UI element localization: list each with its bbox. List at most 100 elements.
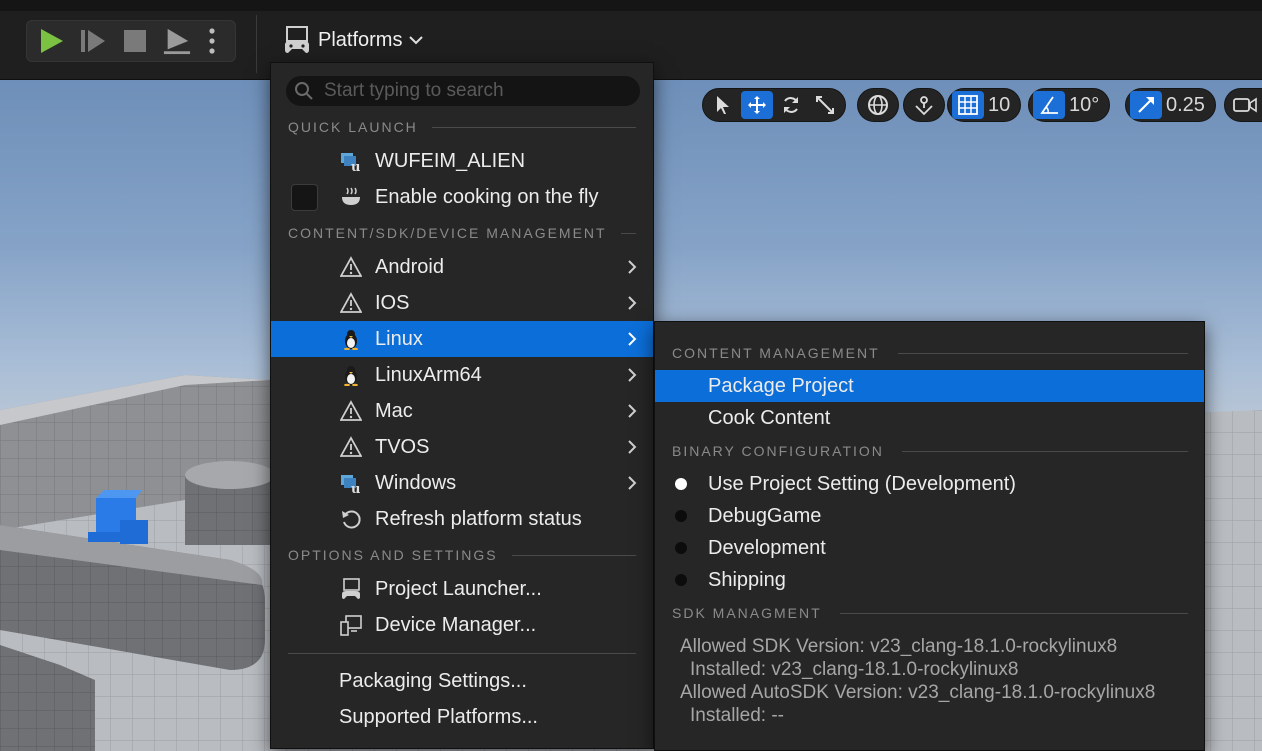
- search-input[interactable]: [324, 80, 624, 102]
- platforms-dropdown-button[interactable]: Platforms: [282, 22, 424, 58]
- platform-item-linux[interactable]: Linux: [271, 321, 653, 357]
- rotation-snap-pill: 10°: [1028, 88, 1111, 122]
- content-management-section-header: CONTENT MANAGEMENT: [672, 344, 1188, 362]
- cook-content-item[interactable]: Cook Content: [655, 402, 1204, 434]
- cursor-icon: [717, 96, 729, 114]
- world-space-pill: [857, 88, 899, 122]
- platform-label-ios: IOS: [375, 291, 410, 314]
- play-controls: [26, 20, 236, 62]
- chevron-right-icon: [628, 296, 637, 310]
- quick-launch-device-label: WUFEIM_ALIEN: [375, 149, 526, 172]
- radio-unselected[interactable]: [675, 510, 687, 522]
- grid-snap-value[interactable]: 10: [986, 94, 1016, 117]
- refresh-platform-status-item[interactable]: Refresh platform status: [271, 501, 653, 537]
- select-mode-button[interactable]: [707, 91, 739, 119]
- rotation-snap-toggle[interactable]: [1033, 91, 1065, 119]
- surface-snap-tools: [903, 88, 945, 122]
- camera-tools: [1224, 88, 1262, 122]
- cooking-pot-icon: [340, 186, 362, 208]
- platform-item-android[interactable]: Android: [271, 249, 653, 285]
- grid-snap-pill: 10: [947, 88, 1022, 122]
- platform-item-ios[interactable]: IOS: [271, 285, 653, 321]
- chevron-right-icon: [628, 368, 637, 382]
- chevron-down-icon: [409, 36, 424, 45]
- chevron-right-icon: [628, 440, 637, 454]
- platform-item-tvos[interactable]: TVOS: [271, 429, 653, 465]
- camera-speed-button[interactable]: [1229, 91, 1261, 119]
- platform-label-tvos: TVOS: [375, 435, 430, 458]
- transform-tools: [702, 88, 846, 122]
- content-header-label: CONTENT/SDK/DEVICE MANAGEMENT: [288, 225, 607, 241]
- binary-config-item[interactable]: Development: [655, 532, 1204, 564]
- rotate-mode-button[interactable]: [775, 91, 807, 119]
- refresh-icon: [340, 508, 362, 530]
- package-project-label: Package Project: [708, 374, 854, 397]
- scale-icon: [816, 96, 834, 114]
- platform-label-android: Android: [375, 255, 444, 278]
- radio-unselected[interactable]: [675, 574, 687, 586]
- allowed-autosdk-version: Allowed AutoSDK Version: v23_clang-18.1.…: [680, 682, 1156, 703]
- unreal-device-icon: u: [340, 150, 362, 172]
- play-options-button[interactable]: [205, 27, 219, 55]
- platform-item-mac[interactable]: Mac: [271, 393, 653, 429]
- enable-cooking-item[interactable]: Enable cooking on the fly: [271, 179, 653, 215]
- package-project-item[interactable]: Package Project: [655, 370, 1204, 402]
- platforms-menu: QUICK LAUNCH u WUFEIM_ALIEN Enable cooki…: [270, 62, 654, 749]
- toolbar-divider: [256, 15, 257, 73]
- scale-snap-tools: 0.25: [1125, 88, 1216, 122]
- play-button[interactable]: [37, 27, 65, 55]
- binary-config-label: Use Project Setting (Development): [708, 472, 1016, 495]
- binary-config-label: Development: [708, 536, 826, 559]
- transform-mode-pill: [702, 88, 846, 122]
- refresh-platform-status-label: Refresh platform status: [375, 507, 582, 530]
- quick-launch-device-item[interactable]: u WUFEIM_ALIEN: [271, 143, 653, 179]
- chevron-right-icon: [628, 260, 637, 274]
- stop-icon: [124, 30, 146, 52]
- device-manager-label: Device Manager...: [375, 613, 537, 636]
- sdk-header-label: SDK MANAGMENT: [672, 605, 822, 621]
- warning-icon: [340, 400, 362, 422]
- grid-snap-toggle[interactable]: [952, 91, 984, 119]
- packaging-settings-item[interactable]: Packaging Settings...: [271, 663, 653, 699]
- content-management-header-label: CONTENT MANAGEMENT: [672, 345, 880, 361]
- device-manager-icon: [340, 614, 362, 636]
- translate-mode-button[interactable]: [741, 91, 773, 119]
- platforms-label: Platforms: [318, 28, 403, 51]
- platform-item-linuxarm64[interactable]: LinuxArm64: [271, 357, 653, 393]
- supported-platforms-item[interactable]: Supported Platforms...: [271, 699, 653, 735]
- radio-unselected[interactable]: [675, 542, 687, 554]
- warning-icon: [340, 292, 362, 314]
- surface-snap-pill: [903, 88, 945, 122]
- enable-cooking-label: Enable cooking on the fly: [375, 185, 599, 208]
- content-management-header: CONTENT/SDK/DEVICE MANAGEMENT: [288, 224, 636, 242]
- binary-config-label: DebugGame: [708, 504, 822, 527]
- chevron-right-icon: [628, 404, 637, 418]
- move-arrows-icon: [748, 96, 766, 114]
- binary-config-item[interactable]: DebugGame: [655, 500, 1204, 532]
- scale-mode-button[interactable]: [809, 91, 841, 119]
- platform-item-windows[interactable]: u Windows: [271, 465, 653, 501]
- project-launcher-icon: [340, 578, 362, 600]
- binary-config-item[interactable]: Use Project Setting (Development): [655, 468, 1204, 500]
- scale-snap-value[interactable]: 0.25: [1164, 94, 1211, 117]
- options-settings-header: OPTIONS AND SETTINGS: [288, 546, 636, 564]
- packaging-settings-label: Packaging Settings...: [339, 669, 527, 692]
- stop-button[interactable]: [121, 27, 149, 55]
- rotation-snap-value[interactable]: 10°: [1067, 94, 1105, 117]
- surface-snap-button[interactable]: [908, 91, 940, 119]
- installed-autosdk-version: Installed: --: [690, 705, 784, 726]
- platform-label-linuxarm64: LinuxArm64: [375, 363, 482, 386]
- svg-text:u: u: [351, 160, 360, 172]
- binary-config-item[interactable]: Shipping: [655, 564, 1204, 596]
- radio-selected[interactable]: [675, 478, 687, 490]
- scale-snap-toggle[interactable]: [1130, 91, 1162, 119]
- eject-button[interactable]: [163, 27, 191, 55]
- platform-label-mac: Mac: [375, 399, 413, 422]
- cooking-checkbox[interactable]: [291, 184, 318, 211]
- advance-frame-button[interactable]: [79, 27, 107, 55]
- project-launcher-item[interactable]: Project Launcher...: [271, 571, 653, 607]
- installed-sdk-version: Installed: v23_clang-18.1.0-rockylinux8: [690, 659, 1019, 680]
- world-space-button[interactable]: [862, 91, 894, 119]
- linux-penguin-icon: [340, 328, 362, 350]
- device-manager-item[interactable]: Device Manager...: [271, 607, 653, 643]
